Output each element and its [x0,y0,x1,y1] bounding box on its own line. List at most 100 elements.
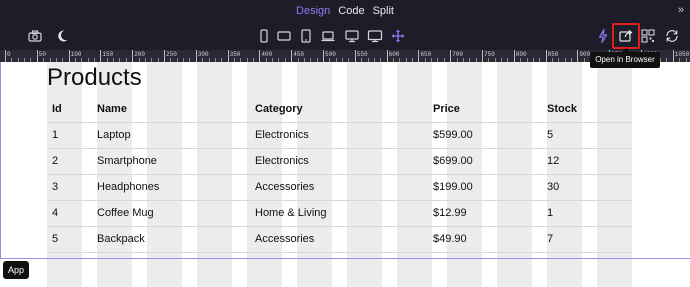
cell-id: 4 [47,200,92,227]
moon-icon[interactable] [54,28,70,44]
cell-id: 5 [47,226,92,253]
cell-price: $599.00 [428,122,542,149]
ruler-label: 900 [579,51,591,58]
cell-name: Smartphone [92,148,250,175]
design-canvas[interactable]: Products Id Name Category Price Stock 1 … [0,62,690,287]
cell-price: $49.90 [428,226,542,253]
mode-split[interactable]: Split [373,5,394,17]
col-header-category: Category [250,96,428,123]
ruler-label: 650 [420,51,432,58]
cell-price: $699.00 [428,148,542,175]
cell-price: $12.99 [428,200,542,227]
ruler-tick [482,50,483,62]
ruler-label: 750 [484,51,495,58]
laptop-icon[interactable] [320,28,336,44]
ruler-tick [227,50,229,62]
products-table: Id Name Category Price Stock 1 Laptop El… [47,96,632,253]
mode-bar: Design Code Split » [0,0,690,22]
tablet-landscape-icon[interactable] [276,28,292,44]
ruler-label: 850 [547,51,559,58]
table-row: 5 Backpack Accessories $49.90 7 [47,226,632,253]
tablet-icon[interactable] [298,28,314,44]
camera-icon[interactable] [27,28,43,44]
cell-category: Electronics [250,148,428,175]
ruler-label: 450 [293,51,304,58]
table-header-row: Id Name Category Price Stock [47,96,632,123]
page-title: Products [47,64,142,91]
ruler-tick [386,50,388,62]
ruler-label: 700 [452,51,463,58]
cell-stock: 30 [542,174,632,201]
cell-name: Laptop [92,122,250,149]
ruler-tick [672,50,674,62]
ruler-label: 200 [134,51,145,58]
ruler-label: 0 [7,51,11,58]
open-in-browser-highlight [612,23,640,49]
ruler-label: 50 [38,51,46,58]
cell-category: Accessories [250,226,428,253]
cell-id: 1 [47,122,92,149]
qr-code-icon[interactable] [640,28,656,44]
cell-stock: 7 [542,226,632,253]
refresh-icon[interactable] [664,28,680,44]
ruler-tick [577,50,579,62]
ruler-label: 150 [102,51,114,58]
ruler-tick [195,50,197,62]
cell-stock: 5 [542,122,632,149]
cell-name: Coffee Mug [92,200,250,227]
monitor-icon[interactable] [367,28,383,44]
ruler-label: 100 [70,51,82,58]
ruler-tick [100,50,102,62]
cell-stock: 12 [542,148,632,175]
cell-category: Electronics [250,122,428,149]
table-row: 2 Smartphone Electronics $699.00 12 [47,148,632,175]
cell-category: Accessories [250,174,428,201]
expand-button[interactable]: » [678,4,684,16]
col-header-id: Id [47,96,92,123]
ruler-label: 400 [261,51,273,58]
lightning-icon[interactable] [595,28,611,44]
col-header-stock: Stock [542,96,632,123]
cell-id: 3 [47,174,92,201]
app-badge[interactable]: App [3,261,30,279]
cell-stock: 1 [542,200,632,227]
ruler-tick [323,50,324,62]
cell-name: Backpack [92,226,250,253]
ruler: 0 50 100 150 200 250 300 350 400 450 500 550 600 650 7… [0,50,690,62]
desktop-icon[interactable] [344,28,360,44]
ruler-tick [450,50,452,62]
cell-price: $199.00 [428,174,542,201]
ruler-label: 300 [197,51,209,58]
ruler-label: 800 [515,51,527,58]
ruler-tick [36,50,38,62]
ruler-tick [291,50,293,62]
phone-icon[interactable] [256,28,272,44]
frame-boundary-left [0,62,1,258]
table-row: 4 Coffee Mug Home & Living $12.99 1 [47,200,632,227]
col-header-name: Name [92,96,250,123]
cell-id: 2 [47,148,92,175]
move-icon[interactable] [390,28,406,44]
ruler-label: 350 [229,51,241,58]
frame-boundary-bottom [0,258,690,259]
ruler-label: 1050 [674,51,690,58]
ruler-tick [68,50,70,62]
cell-category: Home & Living [250,200,428,227]
toolbar [0,22,690,50]
ruler-tick [132,50,134,62]
open-in-browser-tooltip: Open in Browser [590,48,660,68]
ruler-label: 550 [356,51,368,58]
ruler-tick [545,50,547,62]
mode-design[interactable]: Design [296,5,330,17]
mode-code[interactable]: Code [338,5,364,17]
ruler-label: 500 [325,51,336,58]
ruler-tick [354,50,356,62]
ruler-label: 250 [166,51,177,58]
col-header-price: Price [428,96,542,123]
ruler-tick [164,50,165,62]
table-row: 1 Laptop Electronics $599.00 5 [47,122,632,149]
ruler-tick [259,50,261,62]
cell-name: Headphones [92,174,250,201]
ruler-tick [513,50,515,62]
ruler-tick [5,50,6,62]
